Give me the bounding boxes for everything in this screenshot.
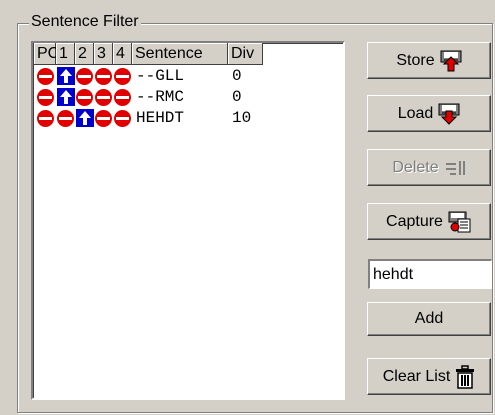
load-label: Load	[397, 104, 434, 122]
delete-lines-icon	[445, 160, 465, 175]
group-title: Sentence Filter	[29, 12, 141, 32]
up-arrow-icon	[56, 88, 75, 106]
store-button[interactable]: Store	[367, 42, 491, 79]
store-disk-icon	[440, 50, 462, 71]
up-arrow-icon	[75, 109, 94, 127]
div-cell: 0	[232, 67, 242, 85]
no-entry-icon	[76, 67, 93, 85]
col-header-sentence[interactable]: Sentence	[132, 43, 228, 65]
no-entry-icon	[114, 109, 131, 127]
filter-toggle-cell[interactable]	[75, 108, 94, 128]
filter-toggle-cell[interactable]	[56, 66, 75, 86]
col-header-4[interactable]: 4	[113, 43, 132, 65]
filter-toggle-cell[interactable]	[75, 87, 94, 107]
load-disk-icon	[438, 103, 460, 125]
filter-toggle-cell[interactable]	[113, 66, 132, 86]
capture-label: Capture	[386, 212, 443, 230]
col-header-pc[interactable]: PC	[34, 43, 59, 65]
clear-list-button[interactable]: Clear List	[367, 358, 491, 395]
no-entry-icon	[36, 88, 54, 106]
div-cell: 10	[232, 109, 252, 127]
up-arrow-icon	[56, 67, 75, 85]
filter-toggle-cell[interactable]	[34, 108, 56, 128]
filter-toggle-cell[interactable]	[94, 108, 113, 128]
no-entry-icon	[57, 109, 74, 127]
table-row[interactable]: --RMC 0	[34, 87, 263, 107]
add-label: Add	[414, 310, 444, 327]
capture-button[interactable]: Capture	[367, 203, 491, 240]
sentence-list[interactable]: PC 1 2 3 4 Sentence Div --GLL 0 --RMC 0 HEHD…	[31, 41, 345, 400]
no-entry-icon	[95, 109, 112, 127]
div-cell: 0	[232, 88, 242, 106]
no-entry-icon	[95, 67, 112, 85]
filter-toggle-cell[interactable]	[34, 87, 56, 107]
load-button[interactable]: Load	[367, 95, 491, 132]
capture-icon	[448, 211, 471, 232]
filter-toggle-cell[interactable]	[56, 108, 75, 128]
filter-toggle-cell[interactable]	[94, 66, 113, 86]
col-header-div[interactable]: Div	[228, 43, 263, 65]
trash-icon	[456, 364, 475, 389]
table-row[interactable]: HEHDT 10	[34, 108, 263, 128]
clear-list-label: Clear List	[382, 367, 451, 385]
col-header-1[interactable]: 1	[56, 43, 75, 65]
filter-toggle-cell[interactable]	[75, 66, 94, 86]
sentence-input[interactable]	[368, 259, 492, 289]
no-entry-icon	[36, 109, 54, 127]
sentence-cell: HEHDT	[136, 109, 185, 127]
filter-toggle-cell[interactable]	[113, 87, 132, 107]
col-header-2[interactable]: 2	[75, 43, 94, 65]
col-header-3[interactable]: 3	[94, 43, 113, 65]
no-entry-icon	[114, 67, 131, 85]
delete-label: Delete	[392, 158, 439, 176]
no-entry-icon	[95, 88, 112, 106]
filter-toggle-cell[interactable]	[113, 108, 132, 128]
filter-toggle-cell[interactable]	[56, 87, 75, 107]
no-entry-icon	[36, 67, 54, 85]
delete-button[interactable]: Delete	[367, 149, 491, 186]
sentence-cell: --GLL	[136, 67, 185, 85]
list-header: PC 1 2 3 4 Sentence Div	[34, 43, 263, 65]
no-entry-icon	[114, 88, 131, 106]
filter-toggle-cell[interactable]	[34, 66, 56, 86]
table-row[interactable]: --GLL 0	[34, 66, 263, 86]
store-label: Store	[396, 51, 435, 69]
no-entry-icon	[76, 88, 93, 106]
filter-toggle-cell[interactable]	[94, 87, 113, 107]
add-button[interactable]: Add	[367, 302, 491, 336]
sentence-cell: --RMC	[136, 88, 185, 106]
